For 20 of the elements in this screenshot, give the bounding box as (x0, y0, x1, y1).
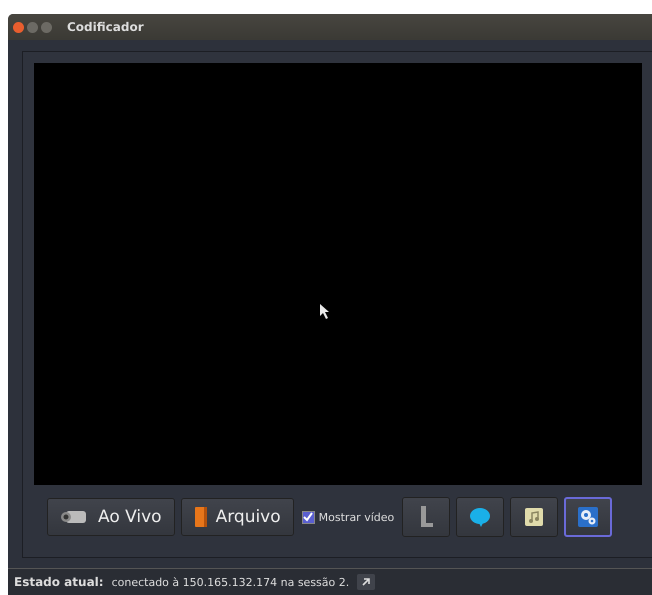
tool-button[interactable] (402, 497, 450, 537)
close-button[interactable] (13, 22, 24, 32)
status-label: Estado atual: (14, 575, 104, 589)
window-title: Codificador (67, 20, 144, 34)
tool-button[interactable] (456, 497, 504, 537)
status-text: conectado à 150.165.132.174 na sessão 2. (112, 576, 350, 588)
book-icon (194, 506, 208, 528)
stand-icon (418, 505, 434, 529)
open-button[interactable] (357, 574, 376, 590)
cursor-icon (319, 303, 331, 320)
show-video-checkbox[interactable]: Mostrar vídeo (302, 510, 394, 524)
check-icon (303, 512, 314, 522)
file-button[interactable]: Arquivo (180, 498, 294, 536)
tool-button[interactable] (510, 497, 558, 537)
arrow-icon (361, 577, 372, 587)
music-file-icon (524, 507, 544, 527)
live-button[interactable]: Ao Vivo (47, 498, 175, 536)
tool-button[interactable] (564, 497, 612, 537)
speech-bubble-icon (469, 507, 492, 527)
gears-icon (577, 506, 600, 528)
